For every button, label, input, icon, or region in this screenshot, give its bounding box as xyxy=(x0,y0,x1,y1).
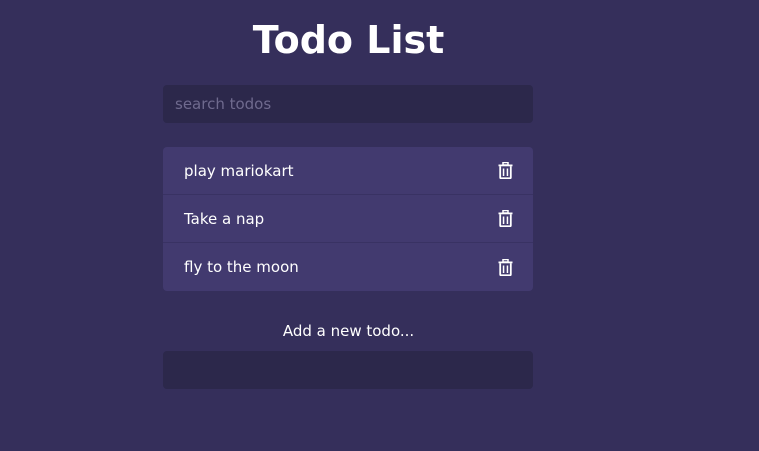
todo-text: Take a nap xyxy=(184,209,265,228)
trash-icon[interactable] xyxy=(497,258,513,276)
todo-text: play mariokart xyxy=(184,161,294,180)
add-todo-label: Add a new todo... xyxy=(282,322,415,340)
list-item: play mariokart xyxy=(163,147,533,195)
list-item: fly to the moon xyxy=(163,243,533,291)
trash-icon[interactable] xyxy=(497,162,513,180)
trash-icon[interactable] xyxy=(497,210,513,228)
search-input[interactable] xyxy=(163,85,533,123)
todo-list: play mariokart Take a nap fly to the moo… xyxy=(163,147,533,291)
add-todo-input[interactable] xyxy=(163,351,533,389)
page-title: Todo List xyxy=(252,18,445,62)
todo-text: fly to the moon xyxy=(184,258,299,276)
list-item: Take a nap xyxy=(163,195,533,243)
